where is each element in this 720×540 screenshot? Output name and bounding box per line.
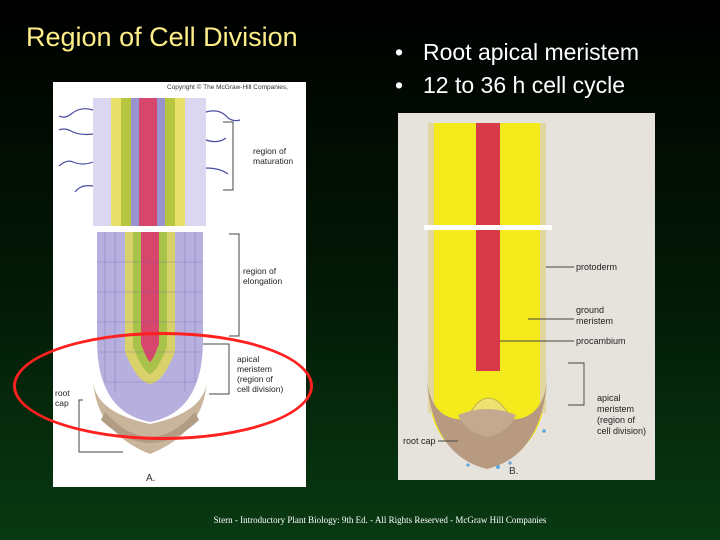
section-break-line bbox=[87, 226, 211, 232]
highlight-ellipse bbox=[13, 332, 313, 440]
copyright-notice: Copyright © The McGraw-Hill Companies, bbox=[167, 84, 288, 91]
source-credit: Stern - Introductory Plant Biology: 9th … bbox=[213, 515, 547, 525]
bullet-text: 12 to 36 h cell cycle bbox=[423, 72, 626, 98]
procambium-strand bbox=[476, 123, 500, 371]
bullet-dot-icon: • bbox=[395, 72, 404, 98]
panel-letter-a: A. bbox=[146, 473, 156, 484]
elongation-label: region of elongation bbox=[243, 266, 283, 286]
bullet-item: • Root apical meristem bbox=[395, 36, 639, 69]
root-tip-figure-b: protoderm ground meristem procambium api… bbox=[398, 113, 655, 480]
protoderm-edge-left bbox=[428, 123, 434, 413]
slide-title: Region of Cell Division bbox=[26, 22, 298, 52]
ground-meristem-label: ground meristem bbox=[576, 305, 614, 326]
maturation-label: region of maturation bbox=[253, 146, 294, 166]
maturation-violet-strand-left bbox=[131, 98, 139, 226]
maturation-green-strand-right bbox=[165, 98, 175, 226]
panel-letter-b: B. bbox=[509, 466, 519, 477]
apical-meristem-label: apical meristem (region of cell division… bbox=[597, 393, 647, 436]
maturation-yellow-strand-left bbox=[111, 98, 121, 226]
root-cap-label: root cap bbox=[403, 436, 436, 446]
maturation-violet-strand-right bbox=[157, 98, 165, 226]
maturation-red-core bbox=[139, 98, 157, 226]
bullet-dot-icon: • bbox=[395, 39, 404, 65]
procambium-label: procambium bbox=[576, 336, 626, 346]
maturation-yellow-strand-right bbox=[175, 98, 185, 226]
bullet-text: Root apical meristem bbox=[423, 39, 640, 65]
bullet-list: • Root apical meristem • 12 to 36 h cell c… bbox=[395, 36, 639, 102]
maturation-green-strand-left bbox=[121, 98, 131, 226]
section-break-line bbox=[424, 225, 552, 230]
protoderm-label: protoderm bbox=[576, 262, 618, 272]
protoderm-edge-right bbox=[540, 123, 546, 413]
bullet-item: • 12 to 36 h cell cycle bbox=[395, 69, 639, 102]
